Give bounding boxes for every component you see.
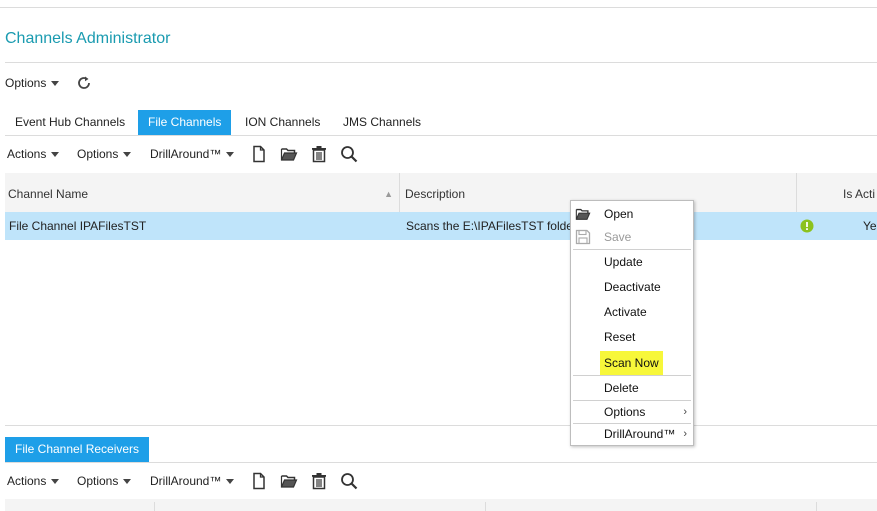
- grid-bottom-divider: [5, 425, 877, 426]
- menu-separator: [573, 249, 691, 250]
- menu-item-label: Deactivate: [604, 280, 661, 294]
- tab-file-channels[interactable]: File Channels: [138, 110, 232, 135]
- receivers-drillaround-menu-button[interactable]: DrillAround™: [150, 471, 235, 491]
- chevron-down-icon: [226, 479, 235, 485]
- menu-item-label: Scan Now: [600, 351, 663, 375]
- receivers-options-menu-button[interactable]: Options: [77, 471, 132, 491]
- menu-item-activate[interactable]: Activate: [571, 301, 693, 323]
- column-divider: [485, 502, 486, 511]
- channel-name-cell: File Channel IPAFilesTST: [9, 219, 147, 233]
- top-border: [0, 7, 877, 8]
- trash-icon[interactable]: [310, 472, 328, 490]
- sort-ascending-icon: ▲: [384, 189, 393, 199]
- menu-item-drillaround[interactable]: DrillAround™ ›: [571, 423, 693, 445]
- chevron-down-icon: [123, 479, 132, 485]
- menu-item-label: Options: [604, 405, 646, 419]
- menu-item-label: DrillAround™: [604, 427, 676, 441]
- menu-item-options[interactable]: Options ›: [571, 401, 693, 423]
- menu-item-label: Open: [604, 207, 634, 221]
- column-header-label: Is Acti: [843, 187, 876, 201]
- menu-item-reset[interactable]: Reset: [571, 326, 693, 348]
- receivers-divider: [5, 462, 877, 463]
- is-active-cell: Ye: [863, 219, 877, 233]
- table-row[interactable]: File Channel IPAFilesTST Scans the E:\IP…: [5, 212, 877, 240]
- new-document-icon[interactable]: [250, 145, 268, 163]
- menu-item-label: Save: [604, 230, 632, 244]
- receivers-actions-menu-button[interactable]: Actions: [7, 471, 60, 491]
- receivers-grid-header: [5, 499, 877, 511]
- description-cell: Scans the E:\IPAFilesTST folde: [406, 219, 573, 233]
- search-icon[interactable]: [340, 145, 358, 163]
- chevron-down-icon: [226, 152, 235, 158]
- search-icon[interactable]: [340, 472, 358, 490]
- title-divider: [5, 62, 877, 63]
- new-document-icon[interactable]: [250, 472, 268, 490]
- status-ok-icon: [800, 219, 814, 233]
- options-label: Options: [77, 147, 119, 161]
- options-label: Options: [5, 76, 47, 90]
- chevron-down-icon: [51, 152, 60, 158]
- drillaround-label: DrillAround™: [150, 147, 222, 161]
- column-header-channel-name[interactable]: Channel Name ▲: [5, 173, 400, 213]
- menu-item-label: Reset: [604, 330, 636, 344]
- tab-file-channel-receivers[interactable]: File Channel Receivers: [5, 437, 150, 462]
- options-menu-button[interactable]: Options: [5, 73, 60, 93]
- column-divider: [154, 502, 155, 511]
- chevron-right-icon: ›: [683, 428, 687, 440]
- actions-label: Actions: [7, 474, 47, 488]
- folder-open-icon[interactable]: [280, 472, 298, 490]
- column-header-label: Description: [405, 187, 466, 201]
- options-label: Options: [77, 474, 119, 488]
- drillaround-label: DrillAround™: [150, 474, 222, 488]
- save-icon: [575, 229, 591, 245]
- refresh-icon[interactable]: [75, 74, 93, 92]
- tab-jms-channels[interactable]: JMS Channels: [333, 110, 431, 135]
- menu-item-update[interactable]: Update: [571, 251, 693, 273]
- menu-item-delete[interactable]: Delete: [571, 377, 693, 399]
- tabs-divider: [5, 135, 877, 136]
- column-header-label: Channel Name: [8, 187, 89, 201]
- trash-icon[interactable]: [310, 145, 328, 163]
- context-menu: Open Save Update Deactivate Activate Res…: [570, 200, 694, 446]
- menu-item-label: Activate: [604, 305, 647, 319]
- column-divider: [816, 502, 817, 511]
- grid-options-menu-button[interactable]: Options: [77, 144, 132, 164]
- column-header-is-active[interactable]: Is Acti: [843, 173, 877, 213]
- folder-open-icon[interactable]: [280, 145, 298, 163]
- menu-item-scan-now[interactable]: Scan Now: [571, 351, 693, 375]
- chevron-right-icon: ›: [683, 406, 687, 418]
- drillaround-menu-button[interactable]: DrillAround™: [150, 144, 235, 164]
- menu-item-deactivate[interactable]: Deactivate: [571, 276, 693, 298]
- chevron-down-icon: [51, 81, 60, 87]
- menu-separator: [573, 375, 691, 376]
- menu-item-save: Save: [571, 226, 693, 248]
- chevron-down-icon: [51, 479, 60, 485]
- tab-event-hub-channels[interactable]: Event Hub Channels: [5, 110, 135, 135]
- actions-menu-button[interactable]: Actions: [7, 144, 60, 164]
- tab-ion-channels[interactable]: ION Channels: [235, 110, 330, 135]
- actions-label: Actions: [7, 147, 47, 161]
- folder-open-icon: [575, 208, 591, 220]
- chevron-down-icon: [123, 152, 132, 158]
- menu-item-label: Delete: [604, 381, 639, 395]
- menu-item-label: Update: [604, 255, 643, 269]
- menu-item-open[interactable]: Open: [571, 203, 693, 225]
- page-title: Channels Administrator: [5, 30, 171, 47]
